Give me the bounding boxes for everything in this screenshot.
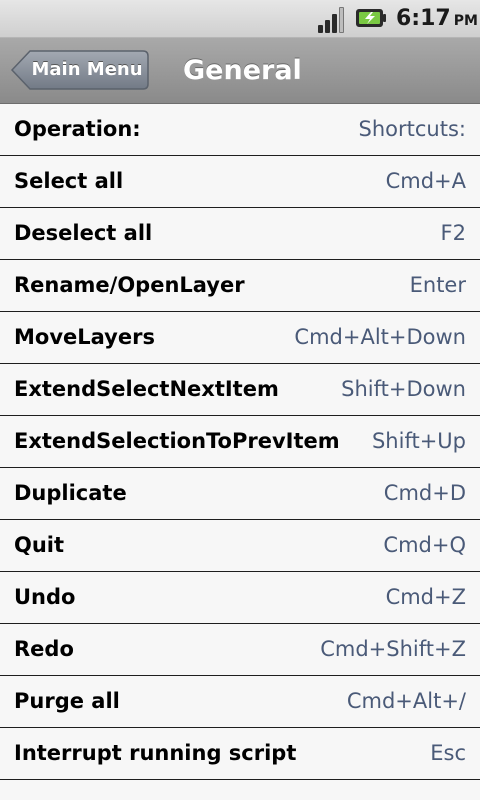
operation-name: Rename/OpenLayer: [14, 273, 245, 297]
table-header-row: Operation: Shortcuts:: [0, 104, 480, 156]
operation-name: Select all: [14, 169, 124, 193]
clock-ampm: PM: [453, 13, 478, 29]
operation-name: Deselect all: [14, 221, 153, 245]
shortcut-column-header: Shortcuts:: [358, 117, 466, 141]
clock: 6:17 PM: [396, 4, 478, 34]
table-row[interactable]: Deselect all F2: [0, 208, 480, 260]
operation-name: Purge all: [14, 689, 120, 713]
back-button-label: Main Menu: [31, 59, 143, 80]
shortcut-value: F2: [440, 221, 466, 245]
shortcut-value: Cmd+Shift+Z: [320, 637, 466, 661]
shortcut-value: Cmd+Q: [383, 533, 466, 557]
operation-name: ExtendSelectNextItem: [14, 377, 279, 401]
shortcut-value: Cmd+Z: [385, 585, 466, 609]
operation-name: Interrupt running script: [14, 741, 297, 765]
operation-name: Redo: [14, 637, 74, 661]
shortcut-value: Cmd+D: [383, 481, 466, 505]
shortcuts-table: Operation: Shortcuts: Select all Cmd+A D…: [0, 104, 480, 780]
operation-column-header: Operation:: [14, 117, 141, 141]
table-row[interactable]: Purge all Cmd+Alt+/: [0, 676, 480, 728]
operation-name: Duplicate: [14, 481, 127, 505]
clock-time: 6:17: [396, 6, 451, 31]
table-row[interactable]: ExtendSelectionToPrevItem Shift+Up: [0, 416, 480, 468]
table-row[interactable]: Redo Cmd+Shift+Z: [0, 624, 480, 676]
table-row[interactable]: Undo Cmd+Z: [0, 572, 480, 624]
operation-name: Quit: [14, 533, 65, 557]
shortcut-value: Shift+Down: [341, 377, 466, 401]
table-row[interactable]: Quit Cmd+Q: [0, 520, 480, 572]
page-title: General: [183, 55, 302, 86]
table-row[interactable]: Interrupt running script Esc: [0, 728, 480, 780]
operation-name: ExtendSelectionToPrevItem: [14, 429, 340, 453]
table-row[interactable]: ExtendSelectNextItem Shift+Down: [0, 364, 480, 416]
main-menu-back-button[interactable]: Main Menu: [10, 49, 150, 91]
title-bar: Main Menu General: [0, 38, 480, 105]
table-row[interactable]: Select all Cmd+A: [0, 156, 480, 208]
battery-charging-icon: [355, 6, 387, 30]
shortcut-value: Shift+Up: [371, 429, 466, 453]
signal-icon: [318, 5, 348, 33]
table-row[interactable]: Rename/OpenLayer Enter: [0, 260, 480, 312]
table-row[interactable]: MoveLayers Cmd+Alt+Down: [0, 312, 480, 364]
table-row[interactable]: Duplicate Cmd+D: [0, 468, 480, 520]
shortcut-value: Cmd+A: [385, 169, 466, 193]
operation-name: MoveLayers: [14, 325, 155, 349]
shortcut-value: Enter: [409, 273, 466, 297]
shortcut-value: Cmd+Alt+/: [346, 689, 466, 713]
shortcut-value: Cmd+Alt+Down: [294, 325, 466, 349]
status-bar: 6:17 PM: [0, 0, 480, 38]
shortcut-value: Esc: [430, 741, 466, 765]
operation-name: Undo: [14, 585, 76, 609]
